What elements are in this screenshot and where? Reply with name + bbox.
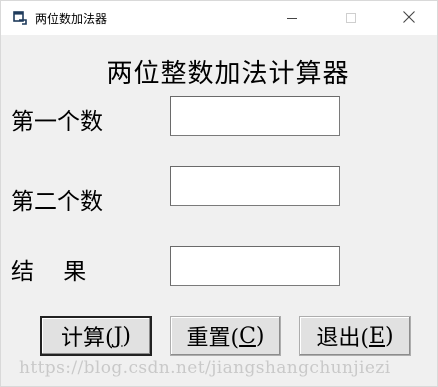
reset-button-close: )	[255, 323, 265, 349]
calculate-button-close: )	[122, 323, 131, 349]
minimize-button[interactable]	[269, 1, 315, 35]
first-number-label: 第一个数	[11, 109, 103, 135]
calculate-access-key: J	[113, 323, 123, 349]
exit-button-close: )	[385, 323, 394, 349]
first-number-input[interactable]	[170, 96, 340, 136]
exit-button[interactable]: 退出(E)	[299, 316, 411, 356]
calculate-button-label: 计算(	[60, 326, 114, 351]
maximize-icon	[345, 9, 357, 28]
minimize-icon	[286, 9, 298, 28]
title-bar[interactable]: 两位数加法器	[1, 1, 437, 35]
page-title: 两位整数加法计算器	[106, 59, 350, 89]
reset-button-label: 重置(	[186, 326, 240, 351]
maximize-button[interactable]	[328, 1, 374, 35]
result-field[interactable]	[170, 246, 340, 286]
close-button[interactable]	[386, 1, 432, 35]
close-icon	[402, 9, 416, 28]
reset-button[interactable]: 重置(C)	[170, 316, 281, 356]
app-window: 两位数加法器 两位整数加法计算器 第一个数 第二个数 结 果 计算(J) 重…	[0, 0, 438, 387]
second-number-label: 第二个数	[11, 189, 103, 215]
window-title: 两位数加法器	[35, 11, 108, 26]
result-label: 结 果	[11, 259, 87, 285]
exit-access-key: E	[368, 323, 386, 349]
app-window-icon	[11, 9, 29, 27]
calculate-button[interactable]: 计算(J)	[40, 316, 152, 356]
second-number-input[interactable]	[170, 166, 340, 206]
reset-access-key: C	[239, 323, 256, 349]
watermark: https://blog.csdn.net/jiangshangchunjiez…	[19, 358, 391, 378]
exit-button-label: 退出(	[316, 326, 369, 351]
